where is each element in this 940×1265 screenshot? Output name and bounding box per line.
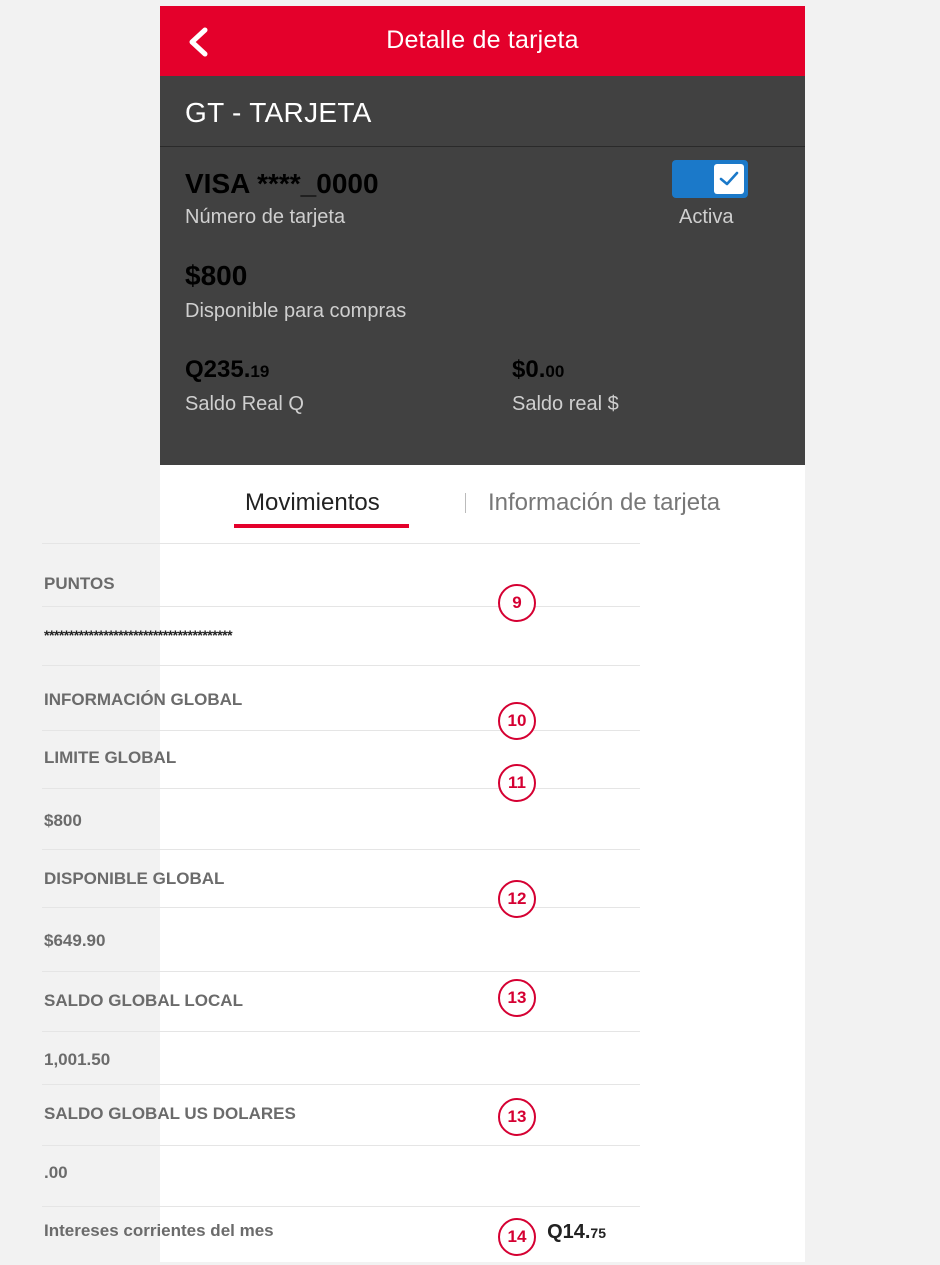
list-item: PUNTOS: [42, 543, 640, 606]
available-amount: $800: [185, 260, 248, 291]
global-info-list: PUNTOS *********************************…: [42, 543, 640, 1265]
card-details-layer: VISA ****_0000 Número de tarjeta Activa …: [160, 0, 805, 470]
balance-q-label: Saldo Real Q: [185, 393, 304, 415]
annotation-badge: 14: [498, 1218, 536, 1256]
list-item: 1,001.50: [42, 1031, 640, 1084]
row-label-puntos: PUNTOS: [44, 574, 115, 593]
row-label-limite-global: LIMITE GLOBAL: [44, 748, 177, 767]
balance-q-main: Q235.: [185, 356, 251, 383]
row-label-disponible-global: DISPONIBLE GLOBAL: [44, 869, 225, 888]
interest-cents: 75: [590, 1225, 606, 1241]
annotation-badge: 13: [498, 1098, 536, 1136]
interest-main: Q14.: [547, 1221, 591, 1243]
check-icon: [719, 171, 739, 186]
list-item: $649.90: [42, 907, 640, 971]
balance-q-amount: Q235.19: [185, 356, 269, 384]
row-value-saldo-global-usd: .00: [44, 1163, 68, 1182]
row-label-informacion-global: INFORMACIÓN GLOBAL: [44, 690, 243, 709]
balance-q-cents: 19: [250, 362, 270, 381]
tab-divider: [465, 493, 466, 513]
list-item: .00: [42, 1145, 640, 1206]
list-item: SALDO GLOBAL US DOLARES: [42, 1084, 640, 1145]
card-number-label: Número de tarjeta: [185, 206, 346, 228]
card-status-label: Activa: [679, 206, 734, 228]
list-item: $800: [42, 788, 640, 849]
available-label: Disponible para compras: [185, 300, 407, 322]
toggle-knob: [714, 164, 744, 194]
list-item: **************************************: [42, 606, 640, 665]
row-value-puntos: **************************************: [44, 627, 233, 643]
card-active-toggle[interactable]: [672, 160, 748, 198]
interest-amount: Q14.75: [547, 1221, 606, 1244]
annotation-badge: 13: [498, 979, 536, 1017]
balance-usd-label: Saldo real $: [512, 393, 619, 415]
tab-movimientos[interactable]: Movimientos: [245, 489, 380, 517]
row-value-disponible-global: $649.90: [44, 931, 106, 950]
balance-usd-amount: $0.00: [512, 356, 564, 384]
row-value-limite-global: $800: [44, 811, 82, 830]
list-item: SALDO GLOBAL LOCAL: [42, 971, 640, 1031]
row-label-saldo-global-local: SALDO GLOBAL LOCAL: [44, 991, 243, 1010]
annotation-badge: 11: [498, 764, 536, 802]
balance-usd-cents: 00: [545, 362, 565, 381]
row-label-intereses: Intereses corrientes del mes: [44, 1221, 274, 1240]
annotation-badge: 9: [498, 584, 536, 622]
balance-usd-main: $0.: [512, 356, 546, 383]
list-item: DISPONIBLE GLOBAL: [42, 849, 640, 907]
list-item: Intereses corrientes del mes Q14.75: [42, 1206, 640, 1265]
list-item: LIMITE GLOBAL: [42, 730, 640, 788]
tab-informacion-tarjeta[interactable]: Información de tarjeta: [488, 489, 720, 517]
tab-bar: Movimientos Información de tarjeta: [160, 465, 805, 549]
annotation-badge: 10: [498, 702, 536, 740]
row-label-saldo-global-usd: SALDO GLOBAL US DOLARES: [44, 1104, 296, 1123]
annotation-badge: 12: [498, 880, 536, 918]
list-item: INFORMACIÓN GLOBAL: [42, 665, 640, 730]
row-value-saldo-global-local: 1,001.50: [44, 1050, 111, 1069]
tab-selected-indicator: [234, 524, 409, 528]
card-number: VISA ****_0000: [185, 168, 379, 199]
